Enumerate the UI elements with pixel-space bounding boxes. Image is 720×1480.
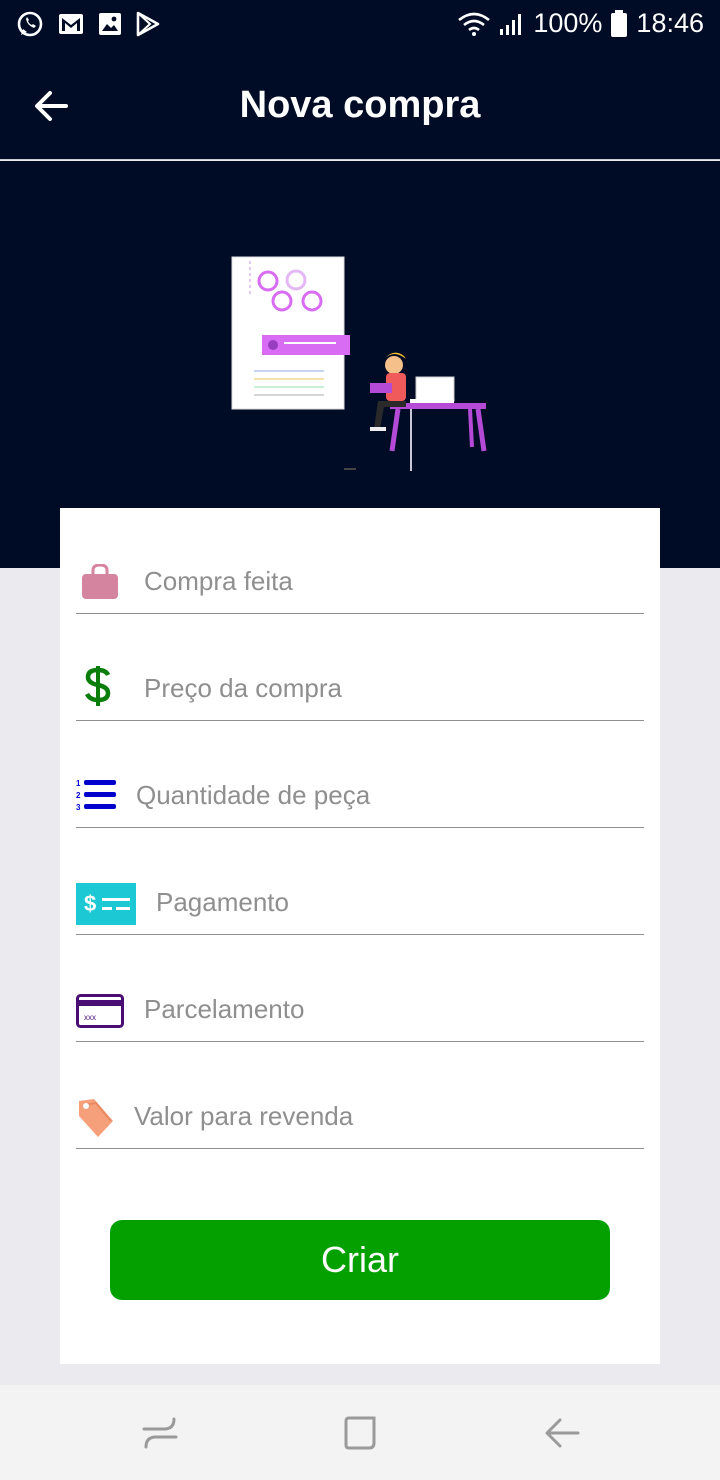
numbered-list-icon: 1 2 3	[76, 779, 116, 812]
payment-field[interactable]: $ Pagamento	[76, 865, 644, 935]
play-store-icon	[136, 11, 160, 37]
status-bar: 100% 18:46	[0, 0, 720, 50]
system-back-icon[interactable]	[542, 1413, 582, 1453]
system-nav-bar	[0, 1385, 720, 1480]
gmail-icon	[59, 14, 83, 34]
battery-icon	[611, 9, 628, 37]
purchase-made-field[interactable]: Compra feita	[76, 544, 644, 614]
illustration-person-at-desk	[231, 256, 487, 471]
svg-text:$: $	[84, 891, 96, 916]
resale-value-placeholder: Valor para revenda	[134, 1101, 354, 1131]
create-button[interactable]: Criar	[110, 1220, 610, 1300]
resale-value-field[interactable]: Valor para revenda	[76, 1079, 644, 1149]
recent-apps-icon[interactable]	[140, 1413, 180, 1453]
purchase-made-placeholder: Compra feita	[144, 566, 293, 596]
payment-icon: $	[76, 883, 136, 925]
svg-text:3: 3	[76, 803, 81, 812]
app-bar: Nova compra	[0, 50, 720, 160]
gallery-icon	[99, 13, 121, 35]
svg-text:xxx: xxx	[84, 1013, 96, 1022]
clock: 18:46	[636, 8, 704, 38]
wifi-icon	[458, 12, 491, 36]
payment-placeholder: Pagamento	[156, 887, 289, 917]
installments-placeholder: Parcelamento	[144, 994, 305, 1024]
home-icon[interactable]	[340, 1413, 380, 1453]
svg-text:1: 1	[76, 779, 81, 788]
form-card: Compra feita Preço da compra 1 2 3 Quant…	[60, 508, 660, 1364]
dollar-icon	[84, 666, 111, 706]
signal-icon	[500, 13, 522, 35]
installments-field[interactable]: xxx Parcelamento	[76, 972, 644, 1042]
battery-percent: 100%	[533, 8, 603, 38]
credit-card-icon: xxx	[76, 994, 124, 1028]
purchase-price-placeholder: Preço da compra	[144, 673, 342, 703]
shopping-bag-icon	[82, 564, 118, 599]
purchase-price-field[interactable]: Preço da compra	[76, 651, 644, 721]
svg-text:2: 2	[76, 791, 81, 800]
hero-banner	[0, 161, 720, 568]
piece-quantity-field[interactable]: 1 2 3 Quantidade de peça	[76, 758, 644, 828]
piece-quantity-placeholder: Quantidade de peça	[136, 780, 371, 810]
whatsapp-icon	[17, 11, 43, 37]
price-tag-icon	[79, 1099, 113, 1137]
page-title: Nova compra	[239, 84, 481, 126]
